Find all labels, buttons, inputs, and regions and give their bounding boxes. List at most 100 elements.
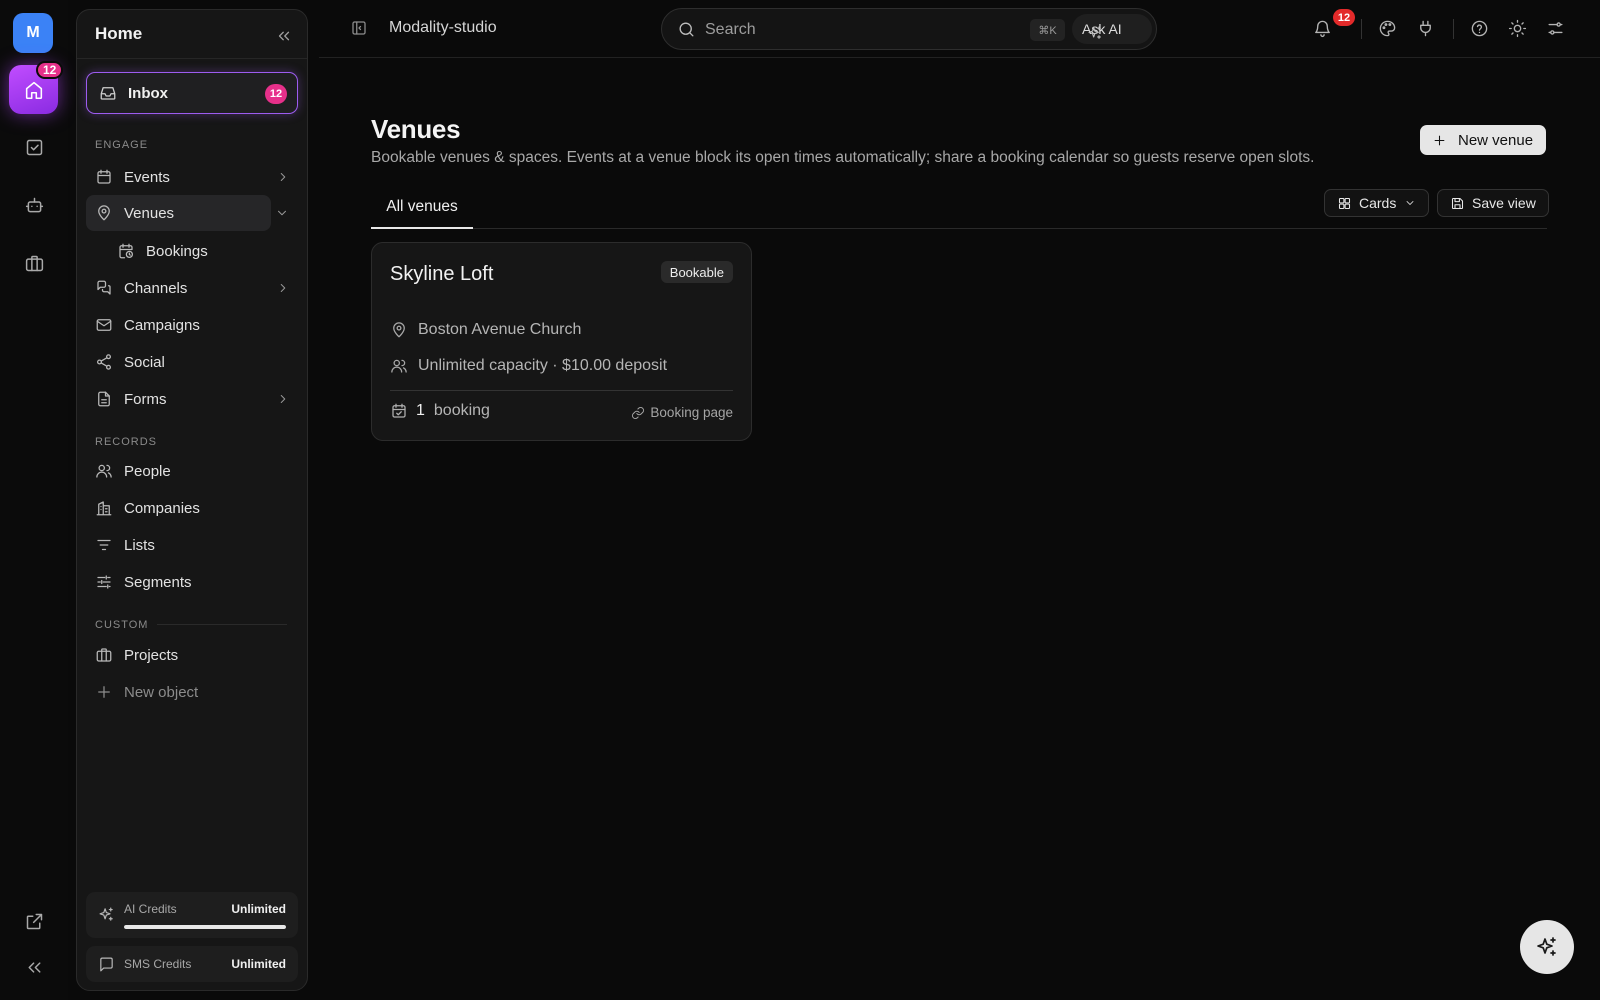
- sparkles-icon: [1537, 937, 1556, 956]
- grid-icon: [1338, 197, 1351, 209]
- sidebar-collapse-button[interactable]: [275, 27, 293, 45]
- tasks-icon: [26, 139, 42, 155]
- rail-tasks-button[interactable]: [19, 132, 49, 162]
- sidebar-item-projects[interactable]: Projects: [86, 637, 298, 673]
- sidebar-item-channels[interactable]: Channels: [86, 270, 298, 306]
- sidebar: Home Inbox 12 ENGAGE Events Venues Booki…: [76, 9, 308, 991]
- booking-page-link[interactable]: Booking page: [631, 405, 733, 420]
- mail-icon: [96, 319, 112, 331]
- sidebar-item-lists[interactable]: Lists: [86, 527, 298, 563]
- rail-external-button[interactable]: [19, 906, 49, 936]
- calendar-check-icon: [392, 403, 406, 418]
- rail-automations-button[interactable]: [19, 190, 49, 220]
- ai-assistant-button[interactable]: [1520, 920, 1574, 974]
- sidebar-item-new-object[interactable]: New object: [86, 674, 298, 710]
- venue-location-text: Boston Avenue Church: [418, 321, 582, 338]
- venue-card[interactable]: Skyline Loft Bookable Boston Avenue Chur…: [371, 242, 752, 441]
- inbox-badge: 12: [265, 84, 287, 104]
- link-icon: [632, 406, 645, 419]
- inbox-icon: [100, 87, 116, 100]
- status-badge: Bookable: [660, 261, 733, 283]
- card-divider: [390, 390, 733, 391]
- chevron-right-icon: [280, 395, 286, 403]
- search-input[interactable]: Search: [705, 21, 756, 39]
- tabs-divider: [371, 228, 1547, 229]
- sidebar-item-campaigns[interactable]: Campaigns: [86, 307, 298, 343]
- file-text-icon: [98, 391, 110, 407]
- new-venue-button[interactable]: New venue: [1420, 125, 1546, 155]
- map-pin-icon: [393, 322, 405, 338]
- sun-icon: [1508, 19, 1527, 38]
- booking-count-unit: booking: [433, 402, 490, 419]
- chevron-right-icon: [280, 173, 286, 181]
- help-button[interactable]: [1470, 19, 1489, 38]
- venue-booking-count: 1 booking: [390, 402, 490, 420]
- sidebar-item-segments[interactable]: Segments: [86, 564, 298, 600]
- ai-credits-label: AI Credits: [124, 902, 177, 916]
- booking-page-label: Booking page: [650, 405, 733, 420]
- toggle-panel-button[interactable]: [350, 19, 368, 37]
- inbox-label: Inbox: [128, 84, 168, 102]
- plug-icon: [1420, 20, 1431, 37]
- venue-capacity-text: Unlimited capacity · $10.00 deposit: [418, 357, 668, 374]
- section-label-engage: ENGAGE: [95, 139, 149, 151]
- sidebar-item-label: Projects: [124, 646, 179, 664]
- share-icon: [96, 354, 112, 370]
- app-rail: M 12: [0, 0, 68, 1000]
- calendar-icon: [97, 169, 111, 184]
- rail-collapse-button[interactable]: [19, 952, 49, 982]
- building-icon: [96, 501, 112, 516]
- plus-icon: [98, 686, 110, 698]
- theme-toggle-button[interactable]: [1508, 19, 1527, 38]
- sidebar-item-companies[interactable]: Companies: [86, 490, 298, 526]
- filter-lines-icon: [97, 539, 111, 551]
- theme-palette-button[interactable]: [1378, 19, 1397, 38]
- users-icon: [391, 359, 407, 373]
- sparkles-icon: [99, 907, 113, 921]
- calendar-clock-icon: [119, 243, 134, 259]
- ask-ai-button[interactable]: Ask AI: [1072, 14, 1152, 44]
- sidebar-item-venues[interactable]: Venues: [86, 195, 286, 231]
- sidebar-item-bookings[interactable]: Bookings: [108, 233, 298, 269]
- top-bar: Modality-studio Search ⌘K Ask AI 12: [319, 0, 1600, 58]
- sidebar-title: Home: [95, 24, 143, 43]
- rail-home-badge: 12: [36, 61, 64, 79]
- preferences-button[interactable]: [1546, 19, 1565, 38]
- messages-icon: [97, 280, 111, 295]
- sidebar-item-label: Channels: [124, 279, 188, 297]
- topbar-divider: [1453, 19, 1454, 39]
- rail-projects-button[interactable]: [19, 248, 49, 278]
- section-label-custom: CUSTOM: [95, 619, 149, 631]
- sidebar-divider: [77, 58, 307, 59]
- sidebar-item-label: New object: [124, 683, 199, 701]
- briefcase-icon: [25, 255, 43, 271]
- home-icon: [25, 81, 42, 99]
- sparkles-icon: [1088, 26, 1101, 39]
- sidebar-item-label: Campaigns: [124, 316, 200, 334]
- chevron-right-icon: [280, 284, 286, 292]
- save-view-button[interactable]: Save view: [1437, 189, 1549, 217]
- tab-all-venues[interactable]: All venues: [371, 190, 473, 229]
- notifications-badge: 12: [1333, 9, 1355, 26]
- sidebar-item-label: Venues: [124, 204, 175, 222]
- sms-credits-panel[interactable]: SMS Credits Unlimited: [86, 946, 298, 982]
- view-mode-dropdown[interactable]: Cards: [1324, 189, 1430, 217]
- panel-left-icon: [352, 21, 366, 35]
- search-bar[interactable]: Search ⌘K Ask AI: [661, 8, 1157, 50]
- sidebar-item-label: Forms: [124, 390, 167, 408]
- integrations-button[interactable]: [1416, 19, 1435, 38]
- sidebar-item-forms[interactable]: Forms: [86, 381, 298, 417]
- venue-location: Boston Avenue Church: [390, 321, 581, 339]
- message-square-icon: [100, 957, 113, 972]
- sidebar-item-inbox[interactable]: Inbox 12: [86, 72, 298, 114]
- sidebar-item-social[interactable]: Social: [86, 344, 298, 380]
- sidebar-item-events[interactable]: Events: [86, 159, 298, 195]
- ai-credits-panel[interactable]: AI Credits Unlimited: [86, 892, 298, 938]
- new-venue-label: New venue: [1458, 131, 1534, 149]
- sidebar-item-people[interactable]: People: [86, 453, 298, 489]
- sidebar-item-label: People: [124, 462, 171, 480]
- venue-name: Skyline Loft: [390, 263, 494, 285]
- workspace-avatar[interactable]: M: [13, 13, 53, 53]
- notifications-button[interactable]: [1313, 19, 1332, 38]
- search-icon: [679, 22, 694, 37]
